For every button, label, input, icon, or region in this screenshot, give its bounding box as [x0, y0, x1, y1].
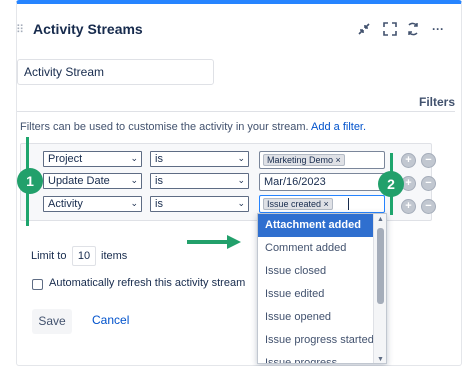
filter-operator-select-3[interactable]: is ⌄: [150, 196, 249, 212]
minimize-icon[interactable]: [355, 20, 373, 38]
chevron-down-icon: ⌄: [237, 153, 245, 163]
filter-field-value: Project: [48, 153, 83, 165]
chevron-down-icon: ⌄: [130, 175, 138, 185]
filter-field-select-1[interactable]: Project ⌄: [43, 151, 142, 167]
chevron-down-icon: ⌄: [237, 175, 245, 185]
filter-operator-value: is: [155, 153, 163, 165]
text-cursor: [348, 198, 349, 210]
remove-row-icon[interactable]: −: [421, 153, 436, 168]
limit-input[interactable]: 10: [72, 246, 96, 266]
filter-value-input-3[interactable]: Issue created ×: [259, 195, 385, 213]
filter-field-select-2[interactable]: Update Date ⌄: [43, 173, 142, 189]
dropdown-item[interactable]: Issue edited: [258, 283, 375, 306]
dropdown-item[interactable]: Issue progress: [258, 352, 375, 363]
filter-field-value: Activity: [48, 198, 83, 210]
drag-handle-icon[interactable]: ⠿: [16, 23, 24, 36]
filters-heading: Filters: [418, 95, 455, 109]
dropdown-item[interactable]: Comment added: [258, 237, 375, 260]
maximize-icon[interactable]: [381, 20, 399, 38]
dropdown-item[interactable]: Issue opened: [258, 306, 375, 329]
annotation-arrow-icon: [187, 235, 241, 249]
filter-operator-value: is: [155, 175, 163, 187]
stream-title-input[interactable]: Activity Stream: [17, 59, 214, 85]
value-tag[interactable]: Issue created ×: [263, 198, 333, 210]
filter-field-select-3[interactable]: Activity ⌄: [43, 196, 142, 212]
annotation-badge-2: 2: [378, 171, 404, 197]
filter-operator-select-2[interactable]: is ⌄: [150, 173, 249, 189]
filters-description: Filters can be used to customise the act…: [20, 121, 366, 133]
filter-value-input-2[interactable]: Mar/16/2023: [259, 173, 385, 191]
remove-row-icon[interactable]: −: [421, 199, 436, 214]
auto-refresh-checkbox[interactable]: [32, 279, 43, 290]
more-icon[interactable]: ···: [429, 20, 447, 38]
dropdown-item[interactable]: Issue progress started: [258, 329, 375, 352]
dropdown-scrollbar[interactable]: ▲ ▼: [373, 214, 386, 363]
refresh-icon[interactable]: [404, 20, 422, 38]
add-row-icon[interactable]: +: [401, 153, 416, 168]
auto-refresh-label: Automatically refresh this activity stre…: [49, 277, 246, 289]
items-label: items: [101, 250, 128, 262]
scroll-up-icon[interactable]: ▲: [374, 216, 386, 223]
scrollbar-thumb[interactable]: [377, 228, 384, 304]
chevron-down-icon: ⌄: [130, 153, 138, 163]
dropdown-item[interactable]: Attachment added: [258, 214, 375, 237]
date-value: Mar/16/2023: [264, 176, 326, 188]
filter-operator-value: is: [155, 198, 163, 210]
filter-operator-select-1[interactable]: is ⌄: [150, 151, 249, 167]
dropdown-item[interactable]: Issue closed: [258, 260, 375, 283]
remove-row-icon[interactable]: −: [421, 176, 436, 191]
activity-dropdown[interactable]: Attachment added Comment added Issue clo…: [257, 213, 387, 364]
chevron-down-icon: ⌄: [130, 198, 138, 208]
chevron-down-icon: ⌄: [237, 198, 245, 208]
filter-field-value: Update Date: [48, 175, 110, 187]
limit-label: Limit to: [31, 250, 67, 262]
add-row-icon[interactable]: +: [401, 199, 416, 214]
scroll-down-icon[interactable]: ▼: [374, 356, 386, 363]
gadget-title: Activity Streams: [33, 21, 143, 37]
add-filter-link[interactable]: Add a filter.: [311, 121, 366, 133]
value-tag[interactable]: Marketing Demo ×: [263, 154, 345, 166]
filter-value-input-1[interactable]: Marketing Demo ×: [259, 151, 385, 169]
cancel-button[interactable]: Cancel: [92, 313, 129, 327]
save-button[interactable]: Save: [32, 309, 72, 334]
annotation-badge-1: 1: [17, 168, 43, 194]
filters-description-text: Filters can be used to customise the act…: [20, 121, 309, 133]
divider: [17, 111, 455, 112]
